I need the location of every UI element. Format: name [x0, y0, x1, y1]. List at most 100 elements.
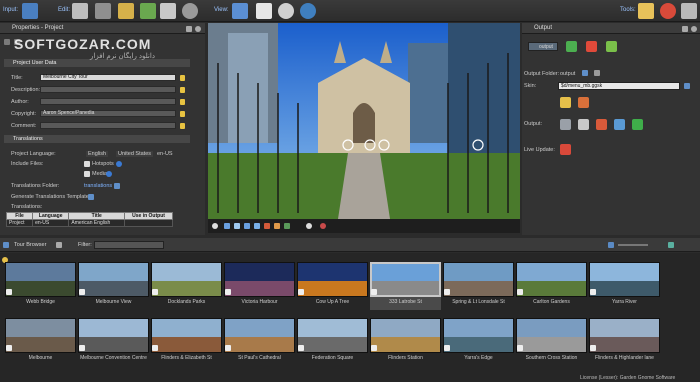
- folder-icon[interactable]: [114, 183, 120, 189]
- map-icon[interactable]: [140, 3, 156, 19]
- cloud-output-icon[interactable]: [614, 119, 625, 130]
- table-row[interactable]: Project en-US American English: [5, 219, 173, 227]
- minimize-icon[interactable]: [186, 26, 192, 32]
- binoculars-icon[interactable]: [232, 3, 248, 19]
- output-minimize-icon[interactable]: [682, 26, 688, 32]
- close-icon[interactable]: [195, 26, 201, 32]
- thumb-image: [78, 318, 149, 353]
- hotspot-icon[interactable]: [244, 223, 250, 229]
- plus-icon[interactable]: [224, 223, 230, 229]
- thumb-3[interactable]: Victoria Harbour: [224, 262, 295, 310]
- filter-select[interactable]: [94, 241, 164, 249]
- hotspots-checkbox[interactable]: [84, 161, 90, 167]
- zoom-slider[interactable]: [618, 244, 648, 246]
- thumb-small-icon[interactable]: [608, 242, 614, 248]
- polygon-icon[interactable]: [254, 223, 260, 229]
- clock-icon[interactable]: [182, 3, 198, 19]
- title-field[interactable]: Melbourne City Tour: [40, 74, 176, 81]
- skin-field[interactable]: $d/menu_mb.ggsk: [558, 82, 680, 90]
- screen-output-icon[interactable]: [578, 119, 589, 130]
- output-close-icon[interactable]: [691, 26, 697, 32]
- cloud-icon[interactable]: [660, 3, 676, 19]
- edit-description-icon[interactable]: [180, 87, 185, 93]
- edit-copyright-icon[interactable]: [180, 111, 185, 117]
- thumb-0[interactable]: Webb Bridge: [5, 262, 76, 310]
- image-icon[interactable]: [274, 223, 280, 229]
- country-select[interactable]: United States: [116, 151, 154, 157]
- thumb-large-icon[interactable]: [668, 242, 674, 248]
- author-field[interactable]: [40, 98, 176, 105]
- table-header-use-in-output: Use in Output: [124, 212, 173, 220]
- section-user-data[interactable]: Project User Data: [4, 59, 190, 67]
- copyright-field[interactable]: Aaron Spence/Panedia: [40, 110, 176, 117]
- description-field[interactable]: [40, 86, 176, 93]
- comment-field[interactable]: [40, 122, 176, 129]
- translations-folder-link[interactable]: translations: [84, 183, 112, 189]
- include-files-label: Include Files:: [11, 161, 44, 167]
- move-icon[interactable]: [234, 223, 240, 229]
- patch-icon[interactable]: [95, 3, 111, 19]
- video-output-icon[interactable]: [632, 119, 643, 130]
- translations-table: File Language Title Use in Output Projec…: [5, 212, 173, 227]
- import-icon[interactable]: [22, 3, 38, 19]
- add-output-icon[interactable]: [566, 41, 577, 52]
- edit-label: Edit:: [58, 7, 71, 13]
- lamp-icon[interactable]: [638, 3, 654, 19]
- thumb-image: [297, 318, 368, 353]
- sound-icon[interactable]: [264, 223, 270, 229]
- thumb-image: [516, 318, 587, 353]
- thumb-16[interactable]: Southern Cross Station: [516, 318, 587, 366]
- thumb-5[interactable]: 333 Latrobe St: [370, 262, 441, 310]
- compass-icon[interactable]: [212, 223, 218, 229]
- document-icon[interactable]: [256, 3, 272, 19]
- language-select[interactable]: English: [86, 151, 109, 157]
- thumb-15[interactable]: Yarra's Edge: [443, 318, 514, 366]
- skin-star-icon[interactable]: [560, 97, 571, 108]
- section-translations[interactable]: Translations: [4, 135, 190, 143]
- thumb-9[interactable]: Melbourne: [5, 318, 76, 366]
- skin-browse-icon[interactable]: [684, 83, 690, 89]
- thumb-7[interactable]: Carlton Gardens: [516, 262, 587, 310]
- pin-icon[interactable]: [118, 3, 134, 19]
- thumb-10[interactable]: Melbourne Convention Centre: [78, 318, 149, 366]
- thumb-8[interactable]: Yarra River: [589, 262, 660, 310]
- panel-grid-icon[interactable]: [4, 39, 10, 45]
- generate-template-icon[interactable]: [88, 194, 94, 200]
- grid-icon[interactable]: [72, 3, 88, 19]
- target-icon[interactable]: [306, 223, 312, 229]
- media-checkbox[interactable]: [84, 171, 90, 177]
- thumb-12[interactable]: St Paul's Cathedral: [224, 318, 295, 366]
- thumb-14[interactable]: Flinders Station: [370, 318, 441, 366]
- output-select[interactable]: output: [528, 42, 558, 51]
- gear-icon[interactable]: [681, 3, 697, 19]
- color-wheel-icon[interactable]: [320, 223, 326, 229]
- info-icon[interactable]: [116, 161, 122, 167]
- thumb-17[interactable]: Flinders & Highlander lane: [589, 318, 660, 366]
- edit-comment-icon[interactable]: [180, 123, 185, 129]
- output-folder-icon[interactable]: [582, 70, 588, 76]
- link-icon: [371, 345, 377, 351]
- delete-output-icon[interactable]: [586, 41, 597, 52]
- panorama-viewer[interactable]: [208, 23, 520, 231]
- thumb-6[interactable]: Spring & Lt Lonsdale St: [443, 262, 514, 310]
- thumb-1[interactable]: Melbourne View: [78, 262, 149, 310]
- package-output-icon[interactable]: [596, 119, 607, 130]
- open-folder-icon[interactable]: [594, 70, 600, 76]
- build-output-icon[interactable]: [606, 41, 617, 52]
- live-update-icon[interactable]: [560, 144, 571, 155]
- eye-icon[interactable]: [300, 3, 316, 19]
- stopwatch-icon[interactable]: [278, 3, 294, 19]
- skin-editor-icon[interactable]: [578, 97, 589, 108]
- thumb-13[interactable]: Federation Square: [297, 318, 368, 366]
- sort-icon[interactable]: [56, 242, 62, 248]
- thumb-4[interactable]: Cow Up A Tree: [297, 262, 368, 310]
- html5-output-icon[interactable]: [560, 119, 571, 130]
- thumb-2[interactable]: Docklands Parks: [151, 262, 222, 310]
- edit-title-icon[interactable]: [180, 75, 185, 81]
- edit-author-icon[interactable]: [180, 99, 185, 105]
- film-icon[interactable]: [160, 3, 176, 19]
- thumb-11[interactable]: Flinders & Elizabeth St: [151, 318, 222, 366]
- thumb-image: [443, 318, 514, 353]
- media-info-icon[interactable]: [106, 171, 112, 177]
- video-icon[interactable]: [284, 223, 290, 229]
